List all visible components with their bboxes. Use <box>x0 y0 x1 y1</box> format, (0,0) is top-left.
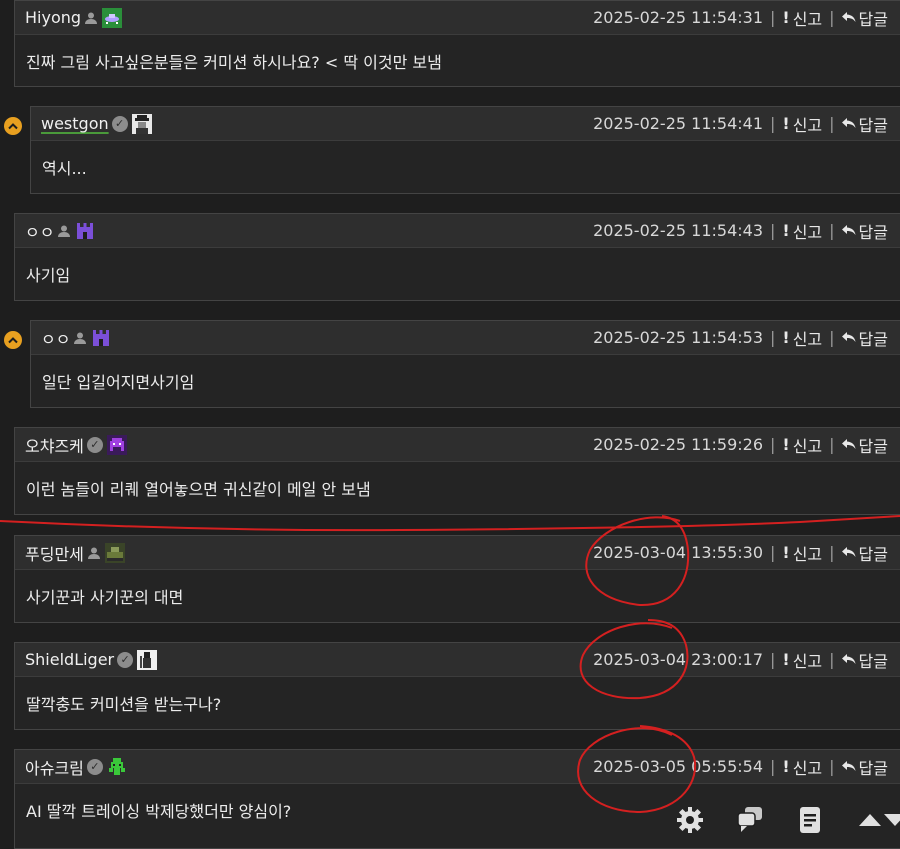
comment-author[interactable]: ㅇㅇ <box>25 219 54 243</box>
reply-button[interactable]: 답글 <box>841 755 888 779</box>
reply-button[interactable]: 답글 <box>841 112 888 136</box>
exclamation-icon: ! <box>782 543 790 562</box>
report-button[interactable]: ! 신고 <box>782 755 822 779</box>
comment-header: 아슈크림 ✓ 2025-03-05 05:55:54 | ! 신고 | 답글 <box>15 750 900 784</box>
knight-badge-icon <box>137 649 158 670</box>
comment-header: 오챠즈케 ✓ 2025-02-25 11:59:26 | ! 신고 | 답글 <box>15 428 900 462</box>
user-icon <box>87 546 101 560</box>
comment-timestamp: 2025-02-25 11:54:43 <box>593 221 764 240</box>
comment: ShieldLiger ✓ 2025-03-04 23:00:17 | ! 신고 … <box>14 642 900 730</box>
reply-arrow-icon <box>841 435 856 454</box>
reply-arrow-icon <box>841 114 856 133</box>
exclamation-icon: ! <box>782 114 790 133</box>
document-icon[interactable] <box>795 805 825 835</box>
comment-timestamp: 2025-03-04 13:55:30 <box>593 543 764 562</box>
comment-header: 푸딩만세 2025-03-04 13:55:30 | ! 신고 | 답글 <box>15 536 900 570</box>
user-icon <box>84 11 98 25</box>
reply-button[interactable]: 답글 <box>841 648 888 672</box>
exclamation-icon: ! <box>782 435 790 454</box>
comment-header: ㅇㅇ 2025-02-25 11:54:43 | ! 신고 | 답글 <box>15 214 900 248</box>
report-button[interactable]: ! 신고 <box>782 6 822 30</box>
reply-button[interactable]: 답글 <box>841 433 888 457</box>
tank-badge-icon <box>104 542 125 563</box>
castle-badge-icon <box>91 328 111 348</box>
user-icon <box>73 331 87 345</box>
comment-timestamp: 2025-03-04 23:00:17 <box>593 650 764 669</box>
comment-author[interactable]: Hiyong <box>25 8 81 27</box>
verified-check-icon: ✓ <box>111 115 128 132</box>
comment-author[interactable]: westgon <box>41 114 109 133</box>
comment-header: ShieldLiger ✓ 2025-03-04 23:00:17 | ! 신고 … <box>15 643 900 677</box>
comment: Hiyong 2025-02-25 11:54:31 | ! 신고 | 답글 진짜… <box>14 0 900 87</box>
floating-toolbar <box>610 805 900 835</box>
alien-badge-icon <box>107 757 127 777</box>
comment-body: 일단 입길어지면사기임 <box>42 373 195 392</box>
exclamation-icon: ! <box>782 757 790 776</box>
comment-body: 역시... <box>42 159 87 178</box>
comment-body: 사기임 <box>26 266 71 285</box>
reply-button[interactable]: 답글 <box>841 6 888 30</box>
comments-icon[interactable] <box>735 805 765 835</box>
verified-check-icon: ✓ <box>117 651 134 668</box>
comment-header: westgon ✓ 2025-02-25 11:54:41 | ! 신고 | 답글 <box>31 107 900 141</box>
reply-arrow-icon <box>841 8 856 27</box>
comment-author[interactable]: ㅇㅇ <box>41 326 70 350</box>
comment-body: 사기꾼과 사기꾼의 대면 <box>26 588 184 607</box>
reply-arrow-icon <box>841 543 856 562</box>
report-button[interactable]: ! 신고 <box>782 219 822 243</box>
reply-comment: westgon ✓ 2025-02-25 11:54:41 | ! 신고 | 답글… <box>30 106 900 194</box>
reply-button[interactable]: 답글 <box>841 541 888 565</box>
spy-badge-icon <box>131 113 152 134</box>
red-divider-line <box>0 515 900 532</box>
comment-timestamp: 2025-02-25 11:54:53 <box>593 328 764 347</box>
exclamation-icon: ! <box>782 221 790 240</box>
reply-arrow-icon <box>841 757 856 776</box>
comment: 푸딩만세 2025-03-04 13:55:30 | ! 신고 | 답글 사기꾼과… <box>14 535 900 623</box>
reply-button[interactable]: 답글 <box>841 219 888 243</box>
verified-check-icon: ✓ <box>86 758 103 775</box>
comment-body: 이런 놈들이 리퀘 열어놓으면 귀신같이 메일 안 보냄 <box>26 480 371 499</box>
comment-author[interactable]: ShieldLiger <box>25 650 114 669</box>
reply-comment: ㅇㅇ 2025-02-25 11:54:53 | ! 신고 | 답글 일단 입길어… <box>30 320 900 408</box>
comment-author[interactable]: 아슈크림 <box>25 755 84 779</box>
comment-author[interactable]: 푸딩만세 <box>25 541 84 565</box>
comment-body: 진짜 그림 사고싶은분들은 커미션 하시나요? < 딱 이것만 보냄 <box>26 53 442 72</box>
comment-timestamp: 2025-02-25 11:54:31 <box>593 8 764 27</box>
comment-timestamp: 2025-02-25 11:54:41 <box>593 114 764 133</box>
report-button[interactable]: ! 신고 <box>782 433 822 457</box>
comment-header: Hiyong 2025-02-25 11:54:31 | ! 신고 | 답글 <box>15 1 900 35</box>
comment-header: ㅇㅇ 2025-02-25 11:54:53 | ! 신고 | 답글 <box>31 321 900 355</box>
ufo-badge-icon <box>102 7 123 28</box>
user-icon <box>57 224 71 238</box>
report-button[interactable]: ! 신고 <box>782 541 822 565</box>
reply-button[interactable]: 답글 <box>841 326 888 350</box>
invader-badge-icon <box>106 434 127 455</box>
report-button[interactable]: ! 신고 <box>782 326 822 350</box>
report-button[interactable]: ! 신고 <box>782 648 822 672</box>
exclamation-icon: ! <box>782 650 790 669</box>
gear-icon[interactable] <box>675 805 705 835</box>
reply-indicator-icon <box>4 331 22 349</box>
comment-timestamp: 2025-03-05 05:55:54 <box>593 757 764 776</box>
reply-arrow-icon <box>841 221 856 240</box>
castle-badge-icon <box>75 221 95 241</box>
reply-indicator-icon <box>4 117 22 135</box>
comment: 오챠즈케 ✓ 2025-02-25 11:59:26 | ! 신고 | 답글 이런… <box>14 427 900 515</box>
exclamation-icon: ! <box>782 8 790 27</box>
comment-body: 딸깍충도 커미션을 받는구나? <box>26 695 222 714</box>
reply-arrow-icon <box>841 328 856 347</box>
report-button[interactable]: ! 신고 <box>782 112 822 136</box>
verified-check-icon: ✓ <box>86 436 103 453</box>
comment-author[interactable]: 오챠즈케 <box>25 433 84 457</box>
comment-timestamp: 2025-02-25 11:59:26 <box>593 435 764 454</box>
reply-arrow-icon <box>841 650 856 669</box>
comment: ㅇㅇ 2025-02-25 11:54:43 | ! 신고 | 답글 사기임 <box>14 213 900 301</box>
exclamation-icon: ! <box>782 328 790 347</box>
scroll-down-icon[interactable] <box>880 805 900 835</box>
